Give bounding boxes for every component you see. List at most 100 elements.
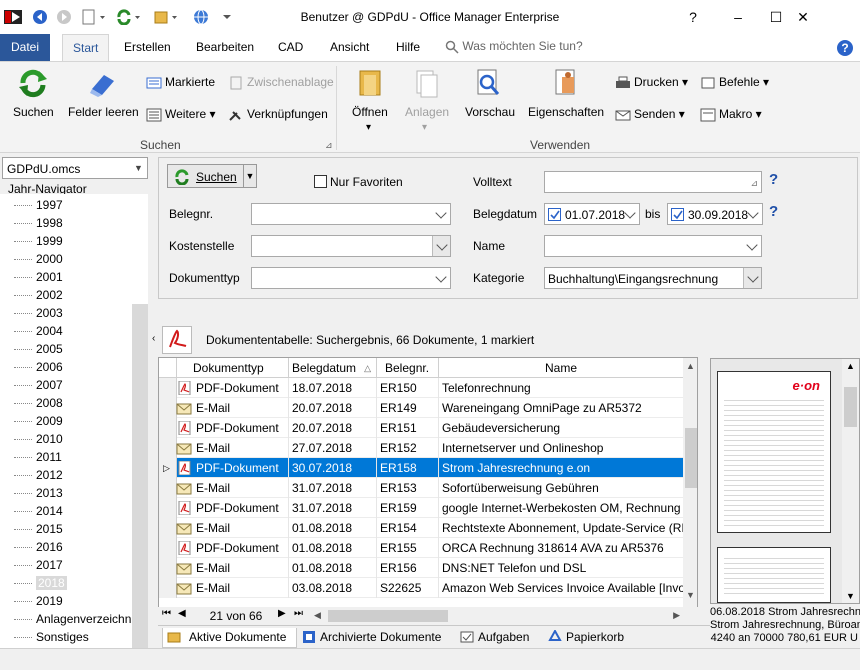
tree-item[interactable]: 2013 [0, 484, 63, 502]
belegdatum-help-icon[interactable]: ? [769, 203, 778, 220]
table-row[interactable]: PDF-Dokument 20.07.2018 ER151 Gebäudeversic… [159, 418, 684, 438]
tree-item[interactable]: 2015 [0, 520, 63, 538]
tree-item[interactable]: 2011 [0, 448, 62, 466]
minimize-button[interactable]: – [723, 6, 753, 28]
row-indicator[interactable] [159, 498, 177, 518]
verknuepfungen-button[interactable]: Verknüpfungen [228, 107, 328, 122]
preview-scroll-up-icon[interactable]: ▲ [846, 361, 855, 371]
document-preview[interactable]: e·on ▲ ▼ [710, 358, 860, 604]
last-record-icon[interactable]: ⏭ [294, 608, 303, 619]
column-header-name[interactable]: Name [439, 358, 684, 378]
preview-scrollbar[interactable]: ▲ ▼ [842, 359, 859, 603]
tree-item[interactable]: 2018 [0, 574, 67, 592]
tab-hilfe[interactable]: Hilfe [386, 34, 430, 61]
row-indicator[interactable] [159, 518, 177, 538]
tree-item[interactable]: 2016 [0, 538, 63, 556]
zwischenablage-button[interactable]: Zwischenablage [228, 75, 334, 90]
first-record-icon[interactable]: ⏮ [162, 608, 171, 619]
tab-cad[interactable]: CAD [268, 34, 313, 61]
column-header-belegdatum[interactable]: Belegdatum △ [289, 358, 377, 378]
preview-scroll-thumb[interactable] [844, 387, 857, 427]
name-field[interactable] [544, 235, 762, 257]
form-suchen-dropdown[interactable]: ▼ [243, 165, 256, 187]
tree-item[interactable]: 2008 [0, 394, 63, 412]
row-indicator[interactable] [159, 558, 177, 578]
date-from-field[interactable]: 01.07.2018 [544, 203, 640, 225]
tab-datei[interactable]: Datei [0, 34, 50, 61]
suchen-button[interactable]: Suchen [13, 105, 54, 119]
row-indicator[interactable] [159, 398, 177, 418]
date-from-checkbox[interactable] [548, 208, 561, 221]
kostenstelle-field[interactable] [251, 235, 451, 257]
close-button[interactable]: ✕ [788, 6, 818, 28]
tell-me-box[interactable]: Was möchten Sie tun? [445, 39, 583, 57]
next-record-icon[interactable]: ▶ [278, 608, 286, 619]
tab-ansicht[interactable]: Ansicht [320, 34, 379, 61]
row-indicator[interactable] [159, 538, 177, 558]
row-indicator[interactable] [159, 478, 177, 498]
befehle-button[interactable]: Befehle ▾ [700, 75, 769, 90]
date-to-checkbox[interactable] [671, 208, 684, 221]
tree-item[interactable]: 2014 [0, 502, 63, 520]
tree-item[interactable]: Anlagenverzeichnis [0, 610, 140, 628]
eigenschaften-button[interactable]: Eigenschaften [528, 105, 604, 119]
tree-item[interactable]: 2003 [0, 304, 63, 322]
app-help-icon[interactable]: ? [836, 39, 854, 57]
tree-item[interactable]: 2010 [0, 430, 63, 448]
table-row[interactable]: E-Mail 31.07.2018 ER153 Sofortüberweisung G… [159, 478, 684, 498]
scroll-left-icon[interactable]: ◀ [314, 610, 321, 621]
table-row[interactable]: E-Mail 01.08.2018 ER156 DNS:NET Telefon und… [159, 558, 684, 578]
collapse-arrow-icon[interactable]: ‹ [152, 333, 155, 344]
tab-bearbeiten[interactable]: Bearbeiten [186, 34, 264, 61]
belegnr-field[interactable] [251, 203, 451, 225]
preview-scroll-down-icon[interactable]: ▼ [846, 591, 855, 601]
tab-aufgaben[interactable]: Aufgaben [458, 628, 538, 648]
maximize-button[interactable]: ☐ [761, 6, 791, 28]
tree-item[interactable]: 2005 [0, 340, 63, 358]
kategorie-field[interactable]: Buchhaltung\Eingangsrechnung [544, 267, 762, 289]
horizontal-scrollbar[interactable]: ◀ ▶ [312, 608, 682, 624]
row-indicator[interactable]: ▷ [159, 458, 177, 478]
row-indicator[interactable] [159, 438, 177, 458]
kategorie-dropdown[interactable] [743, 268, 761, 288]
tab-aktive-dokumente[interactable]: Aktive Dokumente [162, 628, 297, 648]
column-header-dokumenttyp[interactable]: Dokumenttyp [177, 358, 289, 378]
tree-item[interactable]: 2002 [0, 286, 63, 304]
volltext-help-icon[interactable]: ? [769, 171, 778, 188]
oeffnen-button[interactable]: Öffnen ▾ [352, 105, 388, 133]
table-row[interactable]: ▷ PDF-Dokument 30.07.2018 ER158 Strom Jahres… [159, 458, 684, 478]
nur-favoriten-checkbox[interactable] [314, 175, 327, 188]
table-row[interactable]: E-Mail 03.08.2018 S22625 Amazon Web Service… [159, 578, 684, 598]
dialog-launcher-icon[interactable]: ⊿ [325, 140, 333, 151]
tree-item[interactable]: 2000 [0, 250, 63, 268]
table-row[interactable]: PDF-Dokument 18.07.2018 ER150 Telefonrechnu… [159, 378, 684, 398]
date-to-field[interactable]: 30.09.2018 [667, 203, 763, 225]
tab-erstellen[interactable]: Erstellen [114, 34, 181, 61]
tree-item[interactable]: 2019 [0, 592, 63, 610]
tree-item[interactable]: 2017 [0, 556, 63, 574]
tree-item[interactable]: Sonstiges [0, 628, 89, 646]
scroll-down-icon[interactable]: ▼ [686, 590, 695, 600]
tree-item[interactable]: 1997 [0, 196, 63, 214]
tree-item[interactable]: 2012 [0, 466, 63, 484]
row-indicator[interactable] [159, 378, 177, 398]
drucken-button[interactable]: Drucken ▾ [615, 75, 688, 90]
table-row[interactable]: PDF-Dokument 01.08.2018 ER155 ORCA Rechnung… [159, 538, 684, 558]
tree-item[interactable]: 2007 [0, 376, 63, 394]
tree-scrollbar[interactable] [132, 304, 148, 648]
tree-item[interactable]: 2004 [0, 322, 63, 340]
column-header-belegnr[interactable]: Belegnr. [377, 358, 439, 378]
tree-item[interactable]: 1999 [0, 232, 63, 250]
row-indicator[interactable] [159, 418, 177, 438]
form-suchen-button[interactable]: Suchen ▼ [167, 164, 257, 188]
scroll-up-icon[interactable]: ▲ [686, 361, 695, 371]
table-row[interactable]: E-Mail 01.08.2018 ER154 Rechtstexte Abonnem… [159, 518, 684, 538]
row-indicator[interactable] [159, 578, 177, 598]
felder-leeren-button[interactable]: Felder leeren [68, 105, 139, 119]
hscroll-thumb[interactable] [328, 610, 448, 622]
anlagen-button[interactable]: Anlagen ▾ [405, 105, 449, 133]
senden-button[interactable]: Senden ▾ [615, 107, 685, 122]
table-row[interactable]: PDF-Dokument 31.07.2018 ER159 google Intern… [159, 498, 684, 518]
tab-archivierte-dokumente[interactable]: Archivierte Dokumente [300, 628, 455, 648]
makro-button[interactable]: Makro ▾ [700, 107, 762, 122]
